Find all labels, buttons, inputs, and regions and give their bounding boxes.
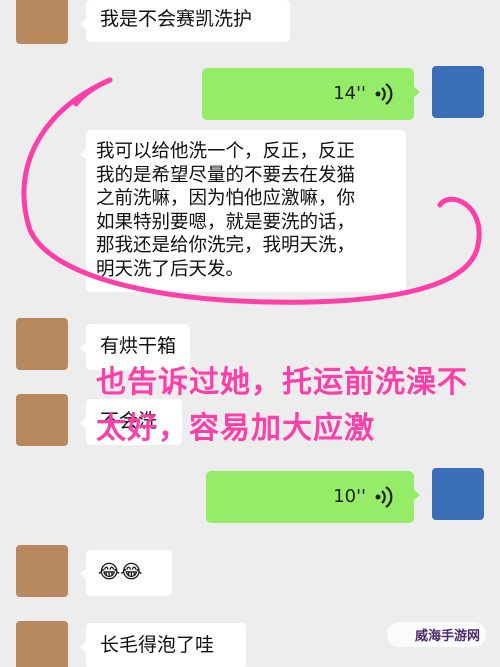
contact-avatar[interactable] — [16, 621, 68, 667]
emoji-text: 😂😂 — [98, 561, 143, 583]
voice-message-bubble[interactable]: 14'' — [202, 68, 420, 120]
voice-duration: 10'' — [333, 486, 366, 507]
self-avatar[interactable] — [432, 66, 484, 118]
contact-avatar[interactable] — [16, 545, 68, 597]
contact-avatar[interactable] — [16, 394, 68, 446]
message-text: 有烘干箱 — [100, 335, 177, 357]
message-bubble-incoming[interactable]: 我是不会赛凯洗护 — [80, 0, 290, 42]
contact-avatar[interactable] — [16, 318, 68, 370]
voice-message-bubble[interactable]: 10'' — [206, 471, 420, 523]
watermark: 威海手游网 — [386, 622, 486, 647]
self-avatar[interactable] — [432, 468, 484, 520]
message-text: 我是不会赛凯洗护 — [100, 8, 253, 30]
message-bubble-incoming[interactable]: 长毛得泡了哇 — [80, 623, 246, 667]
message-text: 我可以给他洗一个，反正，反正 我的是希望尽量的不要去在发猫 之前洗嘛，因为怕他应… — [96, 141, 356, 280]
voice-wave-icon — [375, 83, 393, 105]
contact-avatar[interactable] — [16, 0, 68, 44]
message-bubble-incoming[interactable]: 😂😂 — [80, 550, 172, 596]
voice-wave-icon — [375, 486, 393, 508]
annotation-text: 也告诉过她，托运前洗澡不 太好，容易加大应激 — [96, 365, 468, 446]
watermark-text: 威海手游网 — [414, 629, 480, 644]
message-text: 长毛得泡了哇 — [100, 634, 215, 656]
voice-duration: 14'' — [333, 83, 366, 104]
message-bubble-incoming[interactable]: 我可以给他洗一个，反正，反正 我的是希望尽量的不要去在发猫 之前洗嘛，因为怕他应… — [80, 130, 406, 292]
